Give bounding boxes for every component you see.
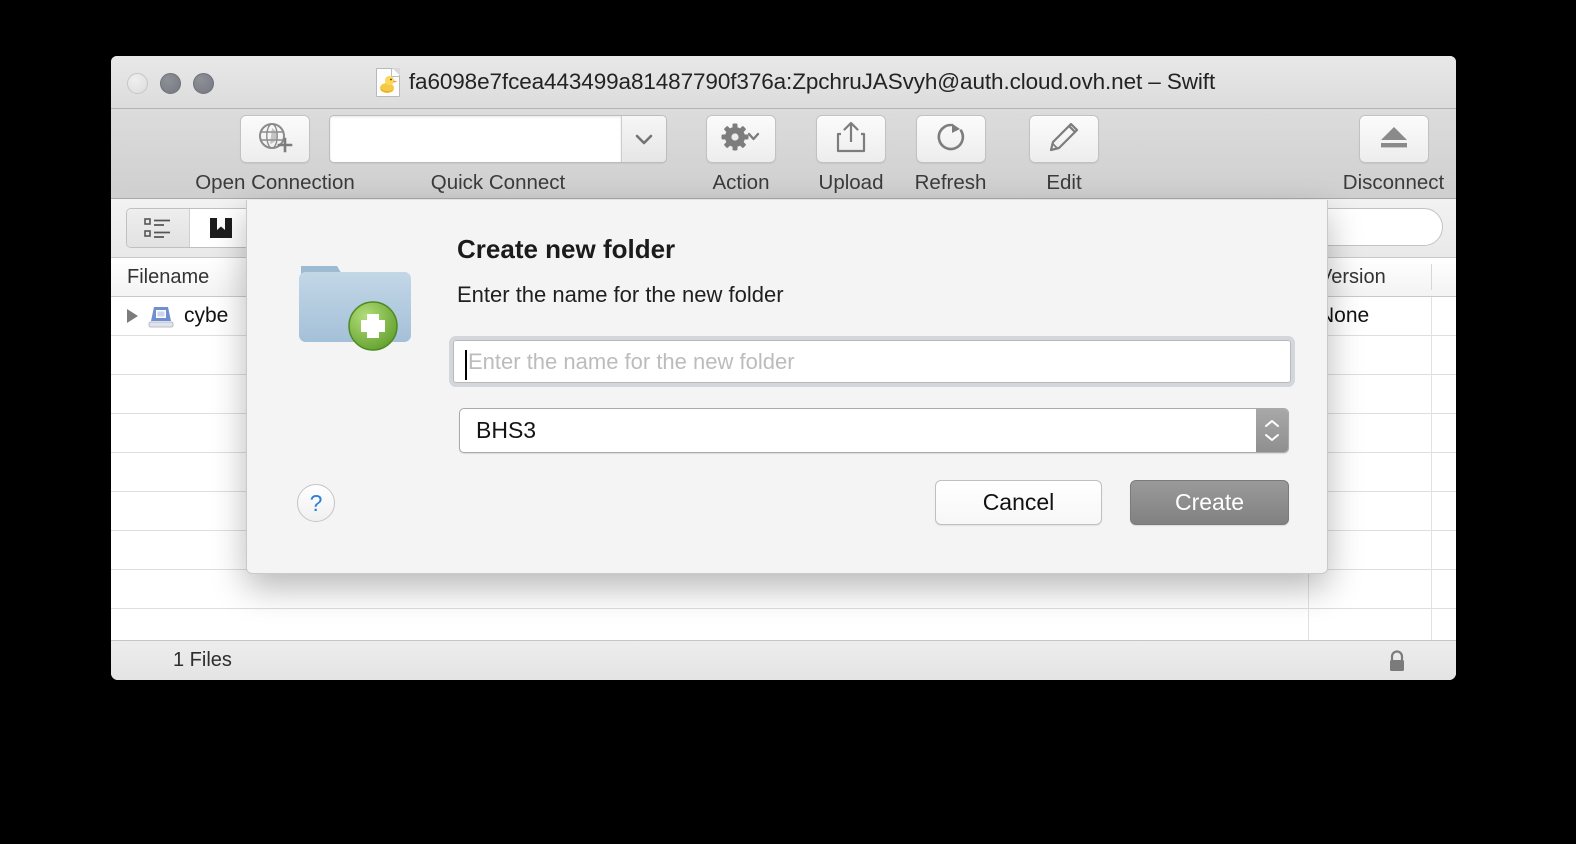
- bookmark-icon[interactable]: [189, 209, 252, 247]
- region-select[interactable]: BHS3: [459, 408, 1289, 453]
- close-button[interactable]: [127, 73, 148, 94]
- view-segmented-control[interactable]: [126, 208, 253, 248]
- cancel-button[interactable]: Cancel: [935, 480, 1102, 525]
- disclosure-triangle-icon[interactable]: [127, 309, 138, 323]
- list-view-icon[interactable]: [127, 209, 189, 247]
- dialog-subtitle: Enter the name for the new folder: [457, 282, 784, 308]
- edit-label: Edit: [1009, 171, 1119, 195]
- action-button[interactable]: Action: [686, 115, 796, 195]
- help-button[interactable]: ?: [297, 484, 335, 522]
- pencil-icon: [1048, 121, 1080, 158]
- text-caret: [465, 350, 467, 380]
- upload-button[interactable]: Upload: [796, 115, 906, 195]
- quick-connect[interactable]: Quick Connect: [329, 115, 667, 195]
- eject-icon: [1377, 123, 1411, 156]
- window-title: fa6098e7fcea443499a81487790f376a:ZpchruJ…: [409, 69, 1215, 95]
- file-count-label: 1 Files: [173, 649, 232, 672]
- action-label: Action: [686, 171, 796, 195]
- create-button[interactable]: Create: [1130, 480, 1289, 525]
- file-name: cybe: [184, 304, 228, 328]
- traffic-lights: [127, 73, 214, 94]
- dialog-title: Create new folder: [457, 234, 675, 265]
- folder-name-field-wrapper: [449, 336, 1295, 387]
- window-titlebar: fa6098e7fcea443499a81487790f376a:ZpchruJ…: [111, 56, 1456, 109]
- refresh-button[interactable]: Refresh: [893, 115, 1008, 195]
- chevron-down-icon[interactable]: [621, 116, 666, 162]
- minimize-button[interactable]: [160, 73, 181, 94]
- disconnect-button[interactable]: Disconnect: [1316, 115, 1456, 195]
- upload-label: Upload: [796, 171, 906, 195]
- edit-button[interactable]: Edit: [1009, 115, 1119, 195]
- gear-icon: [720, 123, 762, 156]
- status-bar: 1 Files: [111, 640, 1456, 680]
- zoom-button[interactable]: [193, 73, 214, 94]
- stepper-arrows-icon[interactable]: [1256, 409, 1288, 452]
- column-header-filename[interactable]: Filename: [127, 266, 209, 289]
- quick-connect-input[interactable]: [330, 116, 621, 162]
- main-toolbar: Open Connection Quick Connect: [111, 109, 1456, 199]
- upload-icon: [836, 121, 866, 158]
- globe-plus-icon: [257, 121, 293, 158]
- column-header-version[interactable]: Version: [1319, 266, 1386, 289]
- refresh-icon: [935, 121, 967, 158]
- create-folder-dialog: Create new folder Enter the name for the…: [246, 200, 1328, 574]
- cyberduck-document-icon: [376, 68, 400, 97]
- new-folder-icon: [295, 248, 419, 352]
- quick-connect-label: Quick Connect: [329, 171, 667, 195]
- disk-volume-icon: [147, 304, 175, 328]
- folder-name-input[interactable]: [453, 340, 1291, 383]
- refresh-label: Refresh: [893, 171, 1008, 195]
- table-row[interactable]: [111, 570, 1456, 609]
- lock-icon[interactable]: [1386, 649, 1408, 678]
- screen: fa6098e7fcea443499a81487790f376a:ZpchruJ…: [0, 0, 1576, 844]
- region-select-value: BHS3: [476, 417, 536, 444]
- disconnect-label: Disconnect: [1316, 171, 1456, 195]
